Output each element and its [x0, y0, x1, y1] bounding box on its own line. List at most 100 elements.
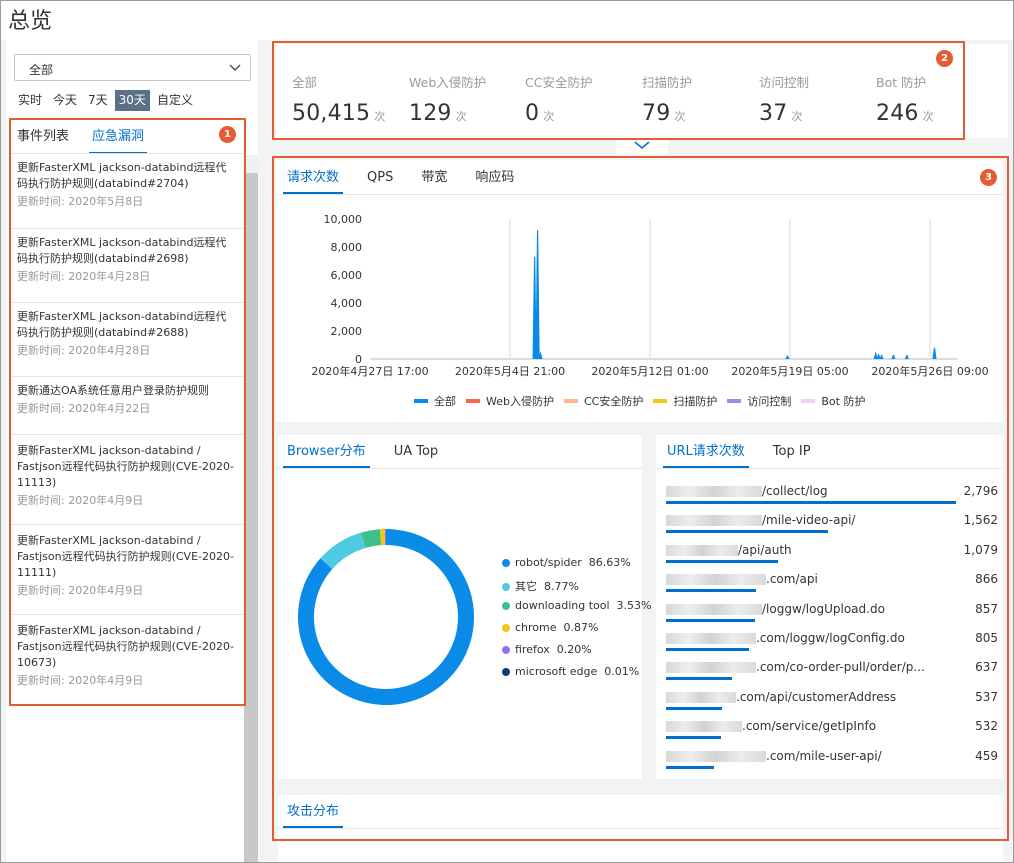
url-count-bar — [666, 559, 778, 563]
tab-response-code[interactable]: 响应码 — [471, 164, 518, 194]
url-row[interactable]: .com/api 866 — [666, 570, 1000, 599]
legend-item[interactable]: 访问控制 — [727, 393, 791, 409]
event-item[interactable]: 更新通达OA系统任意用户登录防护规则 更新时间: 2020年4月22日 — [17, 383, 237, 418]
event-title: 更新FasterXML jackson-databind / Fastjson远… — [17, 624, 234, 669]
stat-value: 37 次 — [759, 101, 869, 126]
divider — [656, 468, 1003, 469]
legend-label: 访问控制 — [747, 395, 792, 408]
annotation-badge-3: 3 — [980, 169, 997, 186]
series-spike — [535, 230, 540, 360]
stat-label: 访问控制 — [759, 75, 810, 90]
legend-dot — [502, 559, 510, 567]
tab-url-requests[interactable]: URL请求次数 — [663, 438, 749, 468]
tab-qps[interactable]: QPS — [363, 164, 397, 194]
donut-legend-item[interactable]: microsoft edge 0.01% — [502, 665, 639, 678]
event-item[interactable]: 更新FasterXML jackson-databind / Fastjson远… — [17, 623, 237, 690]
stat-item: Web入侵防护 129 次 — [409, 72, 519, 126]
url-row[interactable]: /api/auth 1,079 — [666, 541, 1000, 570]
tab-ua-top[interactable]: UA Top — [390, 438, 442, 468]
x-tick-label: 2020年5月12日 01:00 — [591, 364, 708, 378]
divider — [10, 434, 244, 435]
url-row[interactable]: .com/mile-user-api/459 — [666, 747, 1000, 776]
stat-label: CC安全防护 — [525, 75, 593, 90]
legend-swatch — [801, 399, 816, 403]
range-today[interactable]: 今天 — [49, 90, 81, 111]
series-spike — [904, 353, 909, 360]
event-item[interactable]: 更新FasterXML jackson-databind远程代码执行防护规则(d… — [17, 309, 237, 360]
legend-item[interactable]: 扫描防护 — [653, 393, 717, 409]
legend-item[interactable]: Web入侵防护 — [466, 393, 554, 409]
tab-attack-distribution[interactable]: 攻击分布 — [283, 798, 344, 828]
url-row[interactable]: .com/co-order-pull/order/p... 637 — [666, 658, 1000, 687]
range-realtime[interactable]: 实时 — [14, 90, 46, 111]
url-row[interactable]: /mile-video-api/1,562 — [666, 511, 1000, 540]
legend-percent: 0.87% — [563, 621, 599, 635]
x-tick-label: 2020年5月4日 21:00 — [455, 364, 565, 378]
url-row[interactable]: .com/service/getIpInfo 532 — [666, 717, 1000, 746]
url-count: 459 — [975, 748, 998, 763]
url-row[interactable]: .com/loggw/logConfig.do 805 — [666, 629, 1000, 658]
url-path: .com/loggw/logConfig.do — [756, 631, 905, 645]
url-count-bar — [666, 501, 956, 504]
tab-browser-distribution[interactable]: Browser分布 — [283, 438, 370, 468]
url-path: .com/service/getIpInfo — [742, 719, 877, 734]
event-date: 更新时间: 2020年4月28日 — [17, 344, 151, 357]
y-tick-label: 4,000 — [331, 297, 363, 310]
x-tick-label: 2020年5月26日 09:00 — [871, 364, 988, 378]
scrollbar-thumb[interactable] — [244, 155, 258, 173]
donut-legend-item[interactable]: robot/spider 86.63% — [502, 556, 631, 569]
y-tick-label: 10,000 — [324, 213, 363, 226]
donut-legend-item[interactable]: chrome 0.87% — [502, 621, 598, 634]
event-date: 更新时间: 2020年4月9日 — [17, 674, 144, 687]
url-count: 2,796 — [963, 484, 998, 498]
divider — [10, 302, 244, 303]
annotation-badge-2: 2 — [936, 50, 953, 67]
redacted-host — [666, 574, 766, 586]
url-path: /mile-video-api/ — [762, 513, 856, 528]
tab-request-count[interactable]: 请求次数 — [283, 164, 344, 194]
stat-number: 129 — [409, 101, 452, 126]
tab-top-ip[interactable]: Top IP — [769, 438, 815, 468]
donut-slice[interactable] — [320, 532, 366, 569]
url-path: .com/mile-user-api/ — [766, 748, 882, 763]
legend-label: downloading tool — [515, 599, 610, 613]
event-date: 更新时间: 2020年4月9日 — [17, 494, 144, 507]
donut-legend-item[interactable]: downloading tool 3.53% — [502, 599, 651, 612]
range-custom[interactable]: 自定义 — [153, 90, 197, 111]
url-path: .com/co-order-pull/order/p... — [756, 660, 925, 675]
event-item[interactable]: 更新FasterXML jackson-databind远程代码执行防护规则(d… — [17, 235, 237, 286]
legend-item[interactable]: Bot 防护 — [801, 393, 865, 409]
legend-label: microsoft edge — [515, 664, 598, 678]
expand-button[interactable] — [616, 138, 668, 154]
donut-legend-item[interactable]: 其它 8.77% — [502, 578, 579, 594]
donut-legend-item[interactable]: firefox 0.20% — [502, 643, 592, 656]
divider — [278, 468, 642, 469]
legend-item[interactable]: 全部 — [414, 393, 456, 409]
tab-event-list[interactable]: 事件列表 — [17, 126, 69, 154]
chart-tabs: 请求次数 QPS 带宽 响应码 — [283, 164, 538, 194]
range-7d[interactable]: 7天 — [84, 90, 112, 111]
url-row[interactable]: /loggw/logUpload.do 857 — [666, 600, 1000, 629]
legend-label: Bot 防护 — [821, 395, 866, 408]
legend-swatch — [414, 399, 428, 403]
left-scrollbar[interactable] — [244, 155, 258, 863]
url-count-bar — [666, 618, 755, 622]
chevron-down-icon — [634, 141, 650, 150]
x-tick-label: 2020年4月27日 17:00 — [311, 364, 428, 378]
legend-percent: 8.77% — [544, 579, 579, 593]
legend-dot — [502, 602, 510, 611]
stat-unit: 次 — [543, 110, 555, 123]
tab-emergency-vulns[interactable]: 应急漏洞 — [89, 126, 148, 154]
stat-value: 246 次 — [876, 101, 986, 126]
event-item[interactable]: 更新FasterXML jackson-databind远程代码执行防护规则(d… — [17, 160, 237, 211]
range-30d[interactable]: 30天 — [114, 90, 150, 111]
scope-select[interactable]: 全部 — [14, 54, 251, 81]
event-item[interactable]: 更新FasterXML jackson-databind / Fastjson远… — [17, 443, 237, 510]
event-item[interactable]: 更新FasterXML jackson-databind / Fastjson远… — [17, 533, 237, 600]
stat-value: 0次 — [525, 101, 635, 126]
legend-item[interactable]: CC安全防护 — [563, 393, 643, 409]
tab-bandwidth[interactable]: 带宽 — [417, 164, 451, 194]
url-row[interactable]: /collect/log 2,796 — [666, 482, 1000, 511]
divider — [278, 828, 1003, 829]
url-row[interactable]: .com/api/customerAddress 537 — [666, 688, 1000, 717]
